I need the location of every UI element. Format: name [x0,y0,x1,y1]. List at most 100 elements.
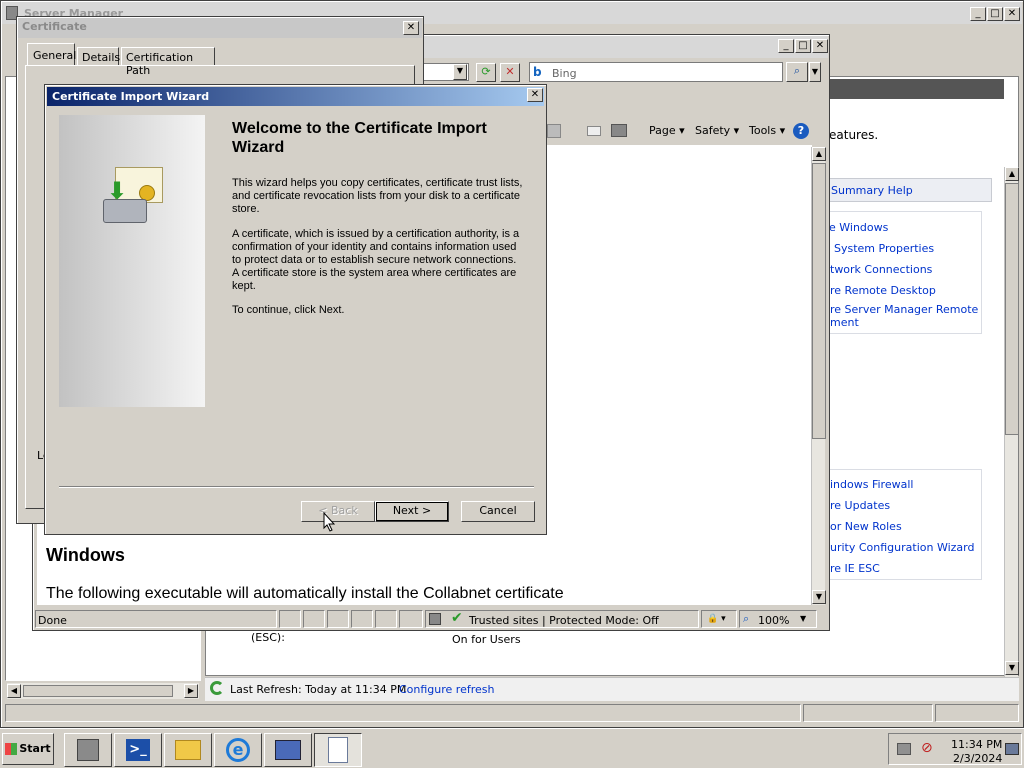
content-heading: Windows [46,545,125,565]
scroll-thumb[interactable] [23,685,173,697]
scroll-right-arrow[interactable]: ▶ [184,684,198,698]
status-done: Done [38,614,67,627]
feeds-icon[interactable] [547,124,561,138]
clock-date[interactable]: 2/3/2024 [953,752,1002,765]
document-icon [328,737,348,763]
next-button[interactable]: Next > [375,501,449,522]
link-windows[interactable]: e Windows [829,221,888,234]
back-button[interactable]: < Back [301,501,375,522]
help-icon[interactable]: ? [793,123,809,139]
wizard-title: Certificate Import Wizard [52,90,210,103]
zoom-icon: ⌕ [743,612,750,625]
status-cell-3 [935,704,1019,722]
search-input[interactable]: b Bing [529,62,783,82]
link-summary-help[interactable]: Summary Help [831,184,913,197]
print-icon[interactable] [611,124,627,137]
wizard-banner [59,115,205,407]
tools-menu[interactable]: Tools ▾ [749,124,785,137]
minimize-button[interactable]: _ [970,7,986,21]
refresh-icon [210,681,224,695]
network-icon[interactable] [897,743,911,755]
certificate-close-button[interactable]: ✕ [403,21,419,35]
scroll-left-arrow[interactable]: ◀ [7,684,21,698]
taskbar-powershell[interactable]: >_ [114,733,162,767]
main-vscrollbar[interactable]: ▲ ▼ [1004,167,1019,677]
scroll-down-arrow[interactable]: ▼ [1005,661,1019,675]
start-button[interactable]: Start [2,733,54,765]
taskbar-server-manager[interactable] [64,733,112,767]
mouse-cursor-icon [323,512,335,532]
windows-logo-icon [5,743,18,755]
link-updates[interactable]: re Updates [830,499,890,512]
folder-icon [175,740,201,760]
taskbar: Start >_ e ⊘ 11:34 PM 2/3/2024 [0,728,1024,768]
wizard-separator [59,486,534,488]
search-options-button[interactable]: ▼ [809,62,821,82]
search-button[interactable]: ⌕ [786,62,808,82]
wizard-paragraph-3: To continue, click Next. [232,304,345,316]
status-cell-d [351,610,373,628]
link-server-manager-remote-cont[interactable]: ment [830,316,859,329]
taskbar-explorer[interactable] [164,733,212,767]
esc-value: On for Users [452,633,521,646]
status-done-cell [35,610,277,628]
wizard-heading: Welcome to the Certificate Import Wizard [232,120,487,156]
close-button[interactable]: ✕ [1004,7,1020,21]
maximize-button[interactable]: □ [987,7,1003,21]
certificate-titlebar: Certificate [18,18,422,38]
taskbar-internet-explorer[interactable]: e [214,733,262,767]
ie-scroll-thumb[interactable] [812,163,826,439]
volume-muted-icon[interactable]: ⊘ [921,740,933,756]
tab-details[interactable]: Details [77,47,120,65]
wizard-close-button[interactable]: ✕ [527,88,543,102]
tab-certification-path[interactable]: Certification Path [121,47,215,77]
content-text: The following executable will automatica… [46,585,564,602]
ie-vscrollbar[interactable]: ▲ ▼ [811,147,826,605]
status-cell-f [399,610,423,628]
last-refresh-text: Last Refresh: Today at 11:34 PM [230,683,407,696]
status-cell-1 [5,704,801,722]
ie-scroll-up-arrow[interactable]: ▲ [812,147,826,161]
ie-minimize-button[interactable]: _ [778,39,794,53]
link-ie-esc[interactable]: re IE ESC [830,562,880,575]
powershell-icon: >_ [126,739,150,761]
internet-explorer-icon: e [226,738,250,762]
system-tray: ⊘ 11:34 PM 2/3/2024 [888,733,1022,765]
configure-refresh-link[interactable]: Configure refresh [399,683,494,696]
ie-maximize-button[interactable]: □ [795,39,811,53]
stop-button[interactable]: ✕ [500,63,520,82]
cancel-button[interactable]: Cancel [461,501,535,522]
wizard-paragraph-1: This wizard helps you copy certificates,… [232,177,523,215]
link-system-properties[interactable]: System Properties [834,242,934,255]
link-network-connections[interactable]: twork Connections [830,263,932,276]
wizard-titlebar: Certificate Import Wizard [47,87,544,106]
check-icon: ✔ [451,610,463,626]
refresh-button[interactable]: ⟳ [476,63,496,82]
link-new-roles[interactable]: or New Roles [830,520,902,533]
scroll-up-arrow[interactable]: ▲ [1005,167,1019,181]
ie-scroll-down-arrow[interactable]: ▼ [812,590,826,604]
clock-time[interactable]: 11:34 PM [951,738,1002,751]
server-manager-icon [77,739,99,761]
import-wizard-dialog: Certificate Import Wizard ✕ ⬇ Welcome to… [44,84,547,535]
link-server-manager-remote[interactable]: re Server Manager Remote [830,303,978,316]
tab-general[interactable]: General [27,43,76,65]
tree-hscrollbar[interactable]: ◀ ▶ [7,683,199,699]
link-remote-desktop[interactable]: re Remote Desktop [830,284,936,297]
taskbar-document[interactable] [314,733,362,767]
status-cell-2 [803,704,933,722]
link-security-config-wizard[interactable]: urity Configuration Wizard [830,541,974,554]
security-icon: 🔒 ▾ [707,614,726,624]
certificate-import-icon: ⬇ [101,165,167,231]
ie-close-button[interactable]: ✕ [812,39,828,53]
scroll-thumb[interactable] [1005,183,1019,435]
page-menu[interactable]: Page ▾ [649,124,685,137]
show-desktop-icon[interactable] [1005,743,1019,755]
taskbar-certificate-manager[interactable] [264,733,312,767]
zone-lock-icon [429,613,441,625]
address-dropdown[interactable]: ▼ [453,64,467,80]
safety-menu[interactable]: Safety ▾ [695,124,739,137]
link-windows-firewall[interactable]: indows Firewall [830,478,913,491]
zoom-dropdown-icon[interactable]: ▼ [800,614,806,623]
mail-icon[interactable] [587,126,601,136]
